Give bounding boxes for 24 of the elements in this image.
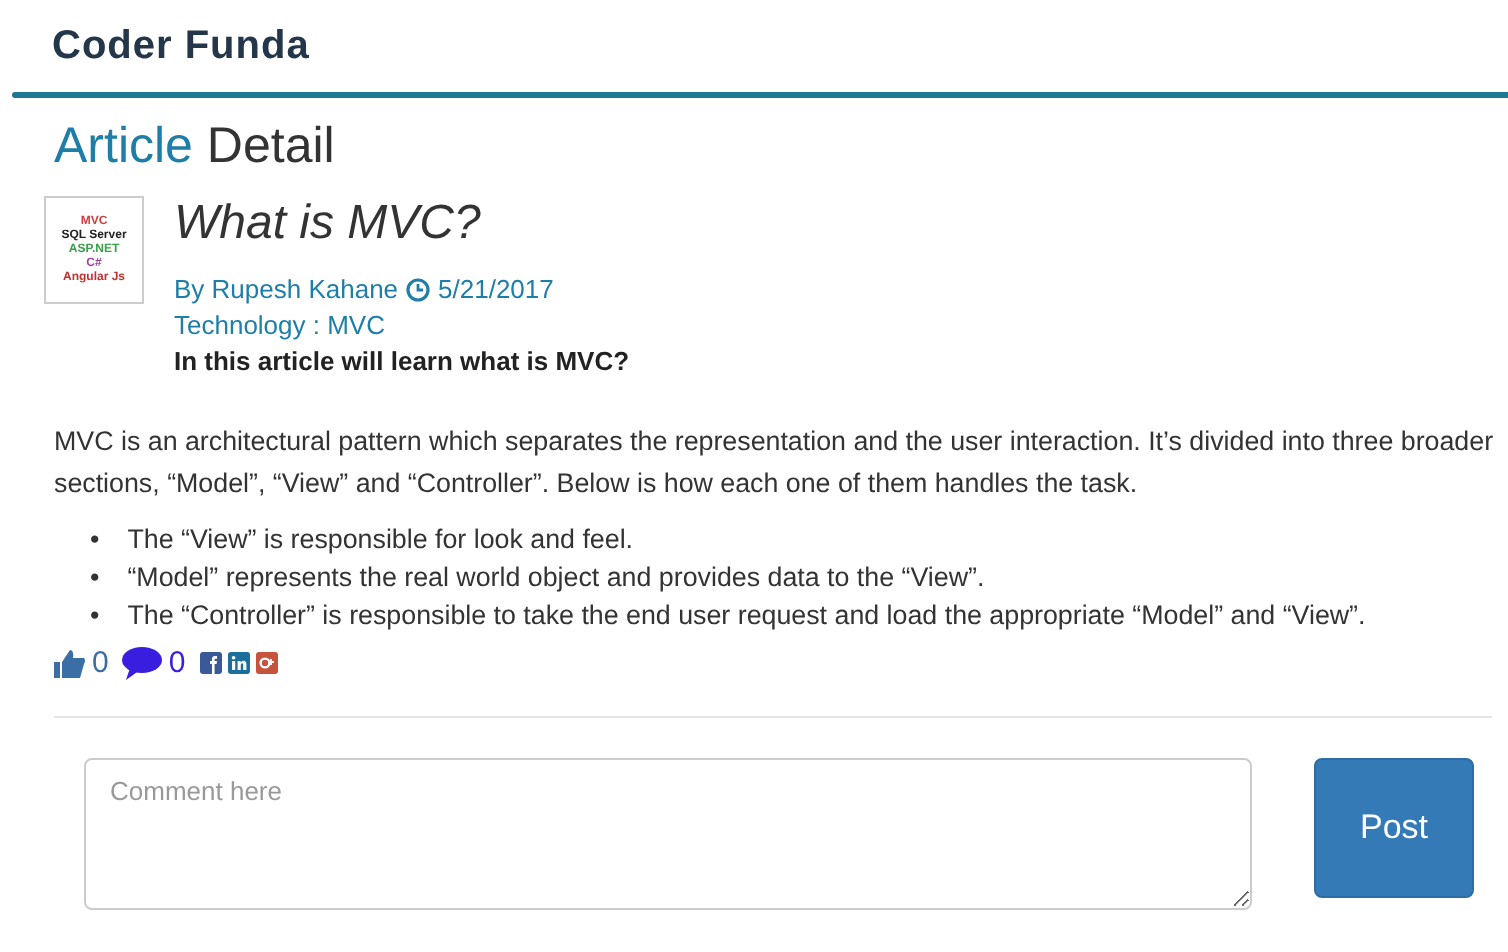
article-body: MVC is an architectural pattern which separates the representation and the user interaction. It’s divided into three broader sections, “Model”, “View” and “Controller”. Below is how each one of them handles the task. [54,424,1496,502]
page-title: Article Detail [54,118,337,176]
author: By Rupesh Kahane [174,272,399,308]
logo[interactable]: Coder Funda [52,23,310,69]
category: Technology : MVC [174,308,385,344]
facebook-icon[interactable] [199,652,222,674]
article-title: What is MVC? [174,196,483,252]
bullet-item: The “Controller” is responsible to take the end user request and load the appropriate “Model” and “View”. [127,598,1366,634]
google-plus-icon[interactable] [255,652,278,674]
bullet-marker: • [90,598,100,634]
thumbs-up-icon[interactable] [54,647,86,679]
like-count: 0 [92,646,109,680]
clock-icon [406,278,431,302]
post-button[interactable]: Post [1314,758,1474,898]
linkedin-icon[interactable] [227,652,250,674]
comment-count: 0 [168,646,186,680]
bullet-item: The “View” is responsible for look and feel. [127,522,634,558]
bullet-marker: • [90,560,100,596]
comment-field[interactable]: Comment here [84,758,1252,910]
summary: In this article will learn what is MVC? [174,344,630,380]
bullet-item: “Model” represents the real world object and provides data to the “View”. [127,560,985,596]
speech-bubble-icon[interactable] [122,646,163,680]
bullet-marker: • [90,522,100,558]
date: 5/21/2017 [438,272,554,308]
